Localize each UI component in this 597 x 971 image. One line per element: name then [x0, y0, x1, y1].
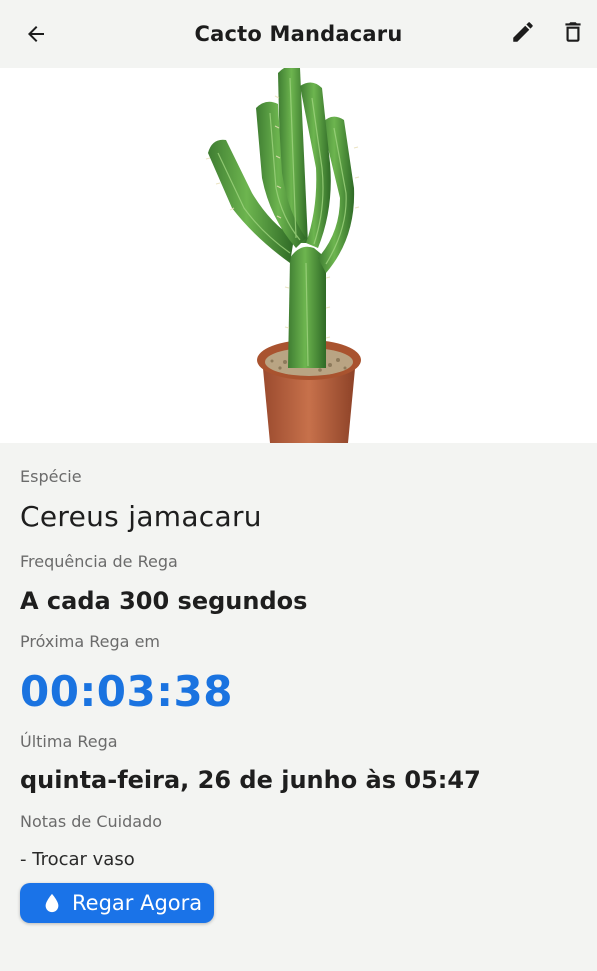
- species-value: Cereus jamacaru: [20, 500, 262, 533]
- care-notes-label: Notas de Cuidado: [20, 812, 163, 831]
- last-watering-label: Última Rega: [20, 732, 118, 751]
- pencil-icon: [513, 22, 533, 42]
- plant-photo: [0, 68, 597, 443]
- care-notes-value: - Trocar vaso: [20, 849, 135, 870]
- water-now-label: Regar Agora: [72, 891, 203, 915]
- edit-button[interactable]: [507, 16, 539, 48]
- frequency-label: Frequência de Rega: [20, 552, 178, 571]
- next-watering-label: Próxima Rega em: [20, 632, 160, 651]
- last-watering-value: quinta-feira, 26 de junho às 05:47: [20, 766, 481, 794]
- app-bar: Cacto Mandacaru: [0, 0, 597, 68]
- delete-button[interactable]: [557, 16, 589, 48]
- frequency-value: A cada 300 segundos: [20, 587, 308, 615]
- water-drop-icon: [42, 892, 62, 914]
- water-now-button[interactable]: Regar Agora: [20, 883, 214, 923]
- trash-icon: [565, 22, 581, 42]
- species-label: Espécie: [20, 467, 82, 486]
- cactus-image: [205, 68, 361, 443]
- next-watering-timer: 00:03:38: [20, 667, 233, 716]
